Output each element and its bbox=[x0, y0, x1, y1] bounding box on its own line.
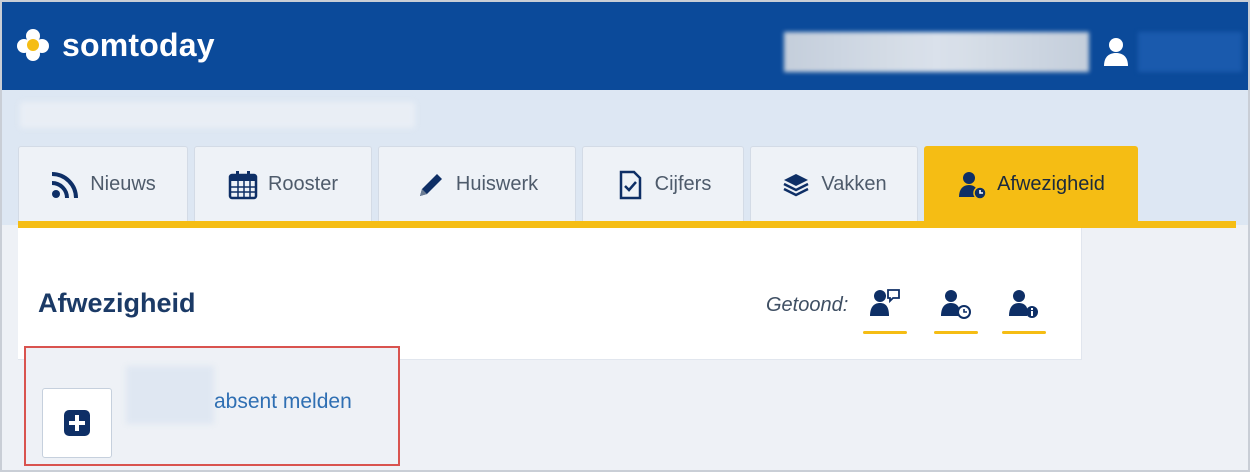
user-menu-redacted[interactable] bbox=[1138, 32, 1242, 72]
user-chat-icon bbox=[870, 289, 900, 316]
app-window: somtoday Nieuws Rooster Huiswerk Cijfers… bbox=[0, 0, 1250, 472]
filter-user-info[interactable] bbox=[1000, 284, 1048, 334]
tab-label: Afwezigheid bbox=[997, 173, 1105, 195]
logo[interactable]: somtoday bbox=[14, 26, 215, 64]
top-header: somtoday bbox=[2, 2, 1248, 90]
tab-label: Vakken bbox=[821, 173, 887, 195]
content-card: Afwezigheid Getoond: bbox=[18, 228, 1082, 360]
somtoday-logo-icon bbox=[14, 26, 52, 64]
main-tabs: Nieuws Rooster Huiswerk Cijfers Vakken A… bbox=[18, 146, 1138, 222]
books-icon bbox=[781, 170, 811, 200]
filter-user-chat[interactable] bbox=[861, 284, 909, 334]
tab-underline bbox=[18, 221, 1236, 228]
filter-user-clock[interactable] bbox=[932, 284, 980, 334]
tab-label: Rooster bbox=[267, 173, 339, 195]
plus-icon bbox=[64, 410, 90, 436]
student-info-redacted bbox=[20, 102, 415, 128]
page-title: Afwezigheid bbox=[38, 288, 196, 318]
logo-text: somtoday bbox=[62, 26, 215, 63]
tab-nieuws[interactable]: Nieuws bbox=[18, 146, 188, 222]
tab-label: Cijfers bbox=[654, 173, 712, 195]
filter-underline bbox=[1002, 331, 1046, 334]
child-name-redacted bbox=[126, 366, 214, 424]
user-icon[interactable] bbox=[1102, 36, 1130, 66]
rss-icon bbox=[50, 170, 80, 200]
add-absence-button[interactable] bbox=[42, 388, 112, 458]
pencil-icon bbox=[416, 170, 446, 200]
tab-label: Huiswerk bbox=[455, 173, 539, 195]
user-clock-icon bbox=[941, 290, 971, 319]
user-name-redacted bbox=[784, 32, 1089, 72]
tab-label: Nieuws bbox=[90, 173, 156, 195]
tab-afwezigheid[interactable]: Afwezigheid bbox=[924, 146, 1138, 222]
document-check-icon bbox=[615, 170, 645, 200]
filter-underline bbox=[934, 331, 978, 334]
tab-cijfers[interactable]: Cijfers bbox=[582, 146, 744, 222]
calendar-icon bbox=[228, 170, 258, 200]
tab-vakken[interactable]: Vakken bbox=[750, 146, 918, 222]
shown-label: Getoond: bbox=[766, 294, 849, 316]
tab-huiswerk[interactable]: Huiswerk bbox=[378, 146, 576, 222]
absent-report-link[interactable]: absent melden bbox=[214, 390, 352, 414]
user-info-icon bbox=[1009, 290, 1038, 318]
filter-underline bbox=[863, 331, 907, 334]
user-clock-icon bbox=[957, 170, 987, 200]
absent-report-highlight: absent melden bbox=[24, 346, 400, 466]
tab-rooster[interactable]: Rooster bbox=[194, 146, 372, 222]
